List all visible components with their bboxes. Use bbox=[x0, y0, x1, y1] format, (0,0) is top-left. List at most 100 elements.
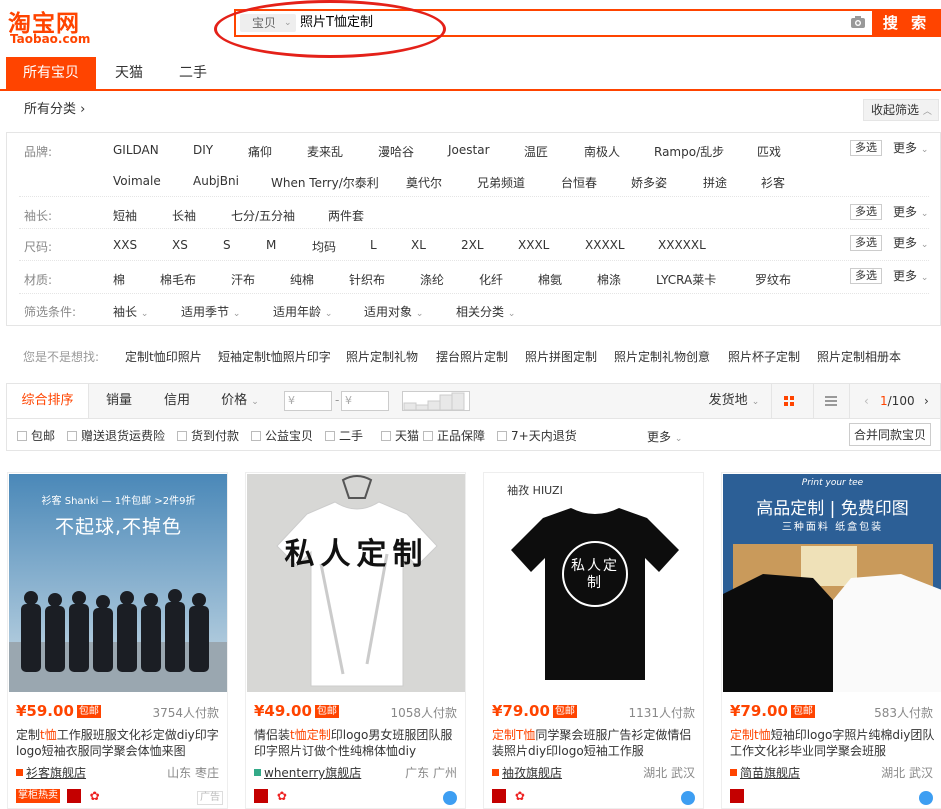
all-categories[interactable]: 所有分类 › bbox=[24, 96, 85, 124]
options-more[interactable]: 更多 ⌄ bbox=[647, 428, 682, 445]
sort-sales[interactable]: 销量 bbox=[97, 384, 141, 418]
condition-dropdown[interactable]: 相关分类 ⌄ bbox=[456, 303, 515, 320]
filter-option[interactable]: DIY bbox=[193, 143, 213, 157]
filter-option[interactable]: 棉毛布 bbox=[160, 271, 196, 288]
price-min-input[interactable]: ¥ bbox=[284, 391, 332, 411]
product-image[interactable]: 袖孜 HIUZI 私人定制 bbox=[485, 474, 703, 692]
filter-option[interactable]: XL bbox=[411, 238, 426, 252]
next-page-icon[interactable]: › bbox=[924, 384, 929, 418]
filter-option[interactable]: L bbox=[370, 238, 377, 252]
product-image[interactable]: Print your tee 高品定制 | 免费印图 三种面料 纸盒包装 bbox=[723, 474, 941, 692]
filter-option[interactable]: AubjBni bbox=[193, 174, 239, 188]
multi-select-button[interactable]: 多选 bbox=[850, 204, 882, 220]
shop-link[interactable]: whenterry旗舰店 bbox=[254, 764, 361, 781]
grid-view-icon[interactable] bbox=[771, 384, 805, 418]
filter-option[interactable]: 长袖 bbox=[172, 207, 196, 224]
chat-icon[interactable] bbox=[919, 791, 933, 805]
related-link[interactable]: 摆台照片定制 bbox=[436, 348, 508, 365]
option-tmall[interactable]: 天猫 bbox=[381, 427, 419, 444]
more-button[interactable]: 更多 ⌄ bbox=[893, 267, 928, 284]
filter-option[interactable]: XXXXXL bbox=[658, 238, 706, 252]
filter-option[interactable]: 棉 bbox=[113, 271, 125, 288]
filter-option[interactable]: 均码 bbox=[312, 238, 336, 255]
filter-option[interactable]: 两件套 bbox=[328, 207, 364, 224]
product-image[interactable]: 私人定制 bbox=[247, 474, 465, 692]
filter-option[interactable]: 匹戏 bbox=[757, 143, 781, 160]
chat-icon[interactable] bbox=[443, 791, 457, 805]
option-authentic[interactable]: 正品保障 bbox=[423, 427, 485, 444]
filter-option[interactable]: 拼途 bbox=[703, 174, 727, 191]
condition-dropdown[interactable]: 适用年龄 ⌄ bbox=[273, 303, 332, 320]
filter-option[interactable]: M bbox=[266, 238, 276, 252]
filter-option[interactable]: GILDAN bbox=[113, 143, 159, 157]
option-return-insurance[interactable]: 赠送退货运费险 bbox=[67, 427, 165, 444]
shop-link[interactable]: 衫客旗舰店 bbox=[16, 764, 86, 781]
filter-option[interactable]: 短袖 bbox=[113, 207, 137, 224]
camera-icon[interactable] bbox=[850, 15, 866, 29]
product-image[interactable]: 衫客 Shanki — 1件包邮 >2件9折 不起球,不掉色 bbox=[9, 474, 227, 692]
filter-option[interactable]: 罗纹布 bbox=[755, 271, 791, 288]
tab-tmall[interactable]: 天猫 bbox=[102, 57, 156, 89]
product-title[interactable]: 情侣装t恤定制印logo男女班服团队服印字照片订做个性纯棉体恤diy bbox=[254, 727, 459, 759]
tmall-icon[interactable] bbox=[66, 789, 81, 803]
more-button[interactable]: 更多 ⌄ bbox=[893, 203, 928, 220]
related-link[interactable]: 照片定制相册本 bbox=[817, 348, 901, 365]
product-title[interactable]: 定制t恤短袖印logo字照片纯棉diy团队工作文化衫毕业同学聚会班服 bbox=[730, 727, 935, 759]
option-cod[interactable]: 货到付款 bbox=[177, 427, 239, 444]
filter-option[interactable]: 娇多姿 bbox=[631, 174, 667, 191]
tab-secondhand[interactable]: 二手 bbox=[166, 57, 220, 89]
sort-price[interactable]: 价格 ⌄ bbox=[215, 384, 265, 418]
related-link[interactable]: 照片定制礼物创意 bbox=[614, 348, 710, 365]
filter-option[interactable]: When Terry/尔泰利 bbox=[271, 174, 379, 191]
filter-option[interactable]: 奠代尔 bbox=[406, 174, 442, 191]
filter-option[interactable]: 麦来乱 bbox=[307, 143, 343, 160]
tab-all[interactable]: 所有宝贝 bbox=[6, 57, 96, 89]
filter-option[interactable]: S bbox=[223, 238, 231, 252]
price-distribution-icon[interactable] bbox=[402, 391, 470, 411]
tmall-icon[interactable] bbox=[730, 789, 744, 803]
filter-option[interactable]: XXXXL bbox=[585, 238, 625, 252]
related-link[interactable]: 短袖定制t恤照片印字 bbox=[218, 348, 331, 365]
related-link[interactable]: 定制t恤印照片 bbox=[125, 348, 202, 365]
merge-same-button[interactable]: 合并同款宝贝 bbox=[849, 423, 932, 446]
price-max-input[interactable]: ¥ bbox=[341, 391, 389, 411]
product-card[interactable]: Print your tee 高品定制 | 免费印图 三种面料 纸盒包装 ¥79… bbox=[721, 472, 941, 809]
filter-option[interactable]: 七分/五分袖 bbox=[231, 207, 295, 224]
option-free-shipping[interactable]: 包邮 bbox=[17, 427, 55, 444]
collapse-filter-button[interactable]: 收起筛选 ︿ bbox=[863, 99, 939, 121]
condition-dropdown[interactable]: 袖长 ⌄ bbox=[113, 303, 148, 320]
related-link[interactable]: 照片定制礼物 bbox=[346, 348, 418, 365]
option-secondhand[interactable]: 二手 bbox=[325, 427, 363, 444]
hot-sale-tag[interactable]: 掌柜热卖 bbox=[16, 789, 60, 803]
filter-option[interactable]: 针织布 bbox=[349, 271, 385, 288]
filter-option[interactable]: 兄弟频道 bbox=[477, 174, 525, 191]
multi-select-button[interactable]: 多选 bbox=[850, 140, 882, 156]
filter-option[interactable]: XXXL bbox=[518, 238, 549, 252]
filter-option[interactable]: 汗布 bbox=[231, 271, 255, 288]
filter-option[interactable]: XXS bbox=[113, 238, 137, 252]
condition-dropdown[interactable]: 适用对象 ⌄ bbox=[364, 303, 423, 320]
more-button[interactable]: 更多 ⌄ bbox=[893, 139, 928, 156]
list-view-icon[interactable] bbox=[813, 384, 847, 418]
product-card[interactable]: 袖孜 HIUZI 私人定制 ¥79.00 包邮 1131人付款 定制T恤同学聚会班… bbox=[483, 472, 704, 809]
filter-option[interactable]: Rampo/乱步 bbox=[654, 143, 724, 160]
option-charity[interactable]: 公益宝贝 bbox=[251, 427, 313, 444]
product-title[interactable]: 定制t恤工作服班服文化衫定做diy印字logo短袖衣服同学聚会体恤来图 bbox=[16, 727, 221, 759]
filter-option[interactable]: 2XL bbox=[461, 238, 484, 252]
tmall-icon[interactable] bbox=[254, 789, 268, 803]
filter-option[interactable]: 棉氨 bbox=[538, 271, 562, 288]
related-link[interactable]: 照片杯子定制 bbox=[728, 348, 800, 365]
taobao-logo[interactable]: 淘宝网 Taobao.com bbox=[8, 4, 108, 46]
filter-option[interactable]: 纯棉 bbox=[290, 271, 314, 288]
option-7day-return[interactable]: 7+天内退货 bbox=[497, 427, 577, 444]
filter-option[interactable]: Voimale bbox=[113, 174, 161, 188]
filter-option[interactable]: Joestar bbox=[448, 143, 490, 157]
filter-option[interactable]: 南极人 bbox=[584, 143, 620, 160]
prev-page-icon[interactable]: ‹ bbox=[864, 384, 869, 418]
sort-credit[interactable]: 信用 bbox=[155, 384, 199, 418]
shop-link[interactable]: 袖孜旗舰店 bbox=[492, 764, 562, 781]
multi-select-button[interactable]: 多选 bbox=[850, 268, 882, 284]
product-card[interactable]: 私人定制 ¥49.00 包邮 1058人付款 情侣装t恤定制印logo男女班服团队… bbox=[245, 472, 466, 809]
more-button[interactable]: 更多 ⌄ bbox=[893, 234, 928, 251]
sort-default[interactable]: 综合排序 bbox=[7, 384, 89, 418]
